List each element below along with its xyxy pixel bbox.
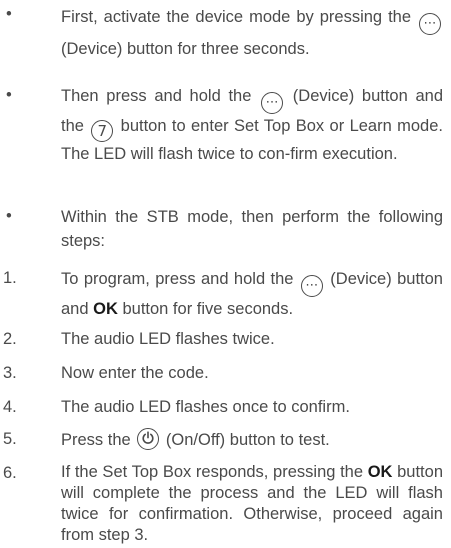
instruction-text: The audio LED flashes twice. bbox=[61, 330, 275, 348]
instruction-text: Press the (On/Off) button to test. bbox=[61, 428, 443, 452]
step-number: 2. bbox=[3, 330, 17, 348]
power-icon bbox=[137, 428, 160, 450]
instruction-text: If the Set Top Box responds, pressing th… bbox=[61, 462, 443, 546]
text-segment: If the Set Top Box responds, pressing th… bbox=[61, 463, 364, 481]
step-number: 1. bbox=[3, 269, 17, 287]
step-number: 5. bbox=[3, 430, 17, 448]
text-segment: (Device) button for three seconds. bbox=[61, 40, 310, 58]
device-icon: ⋯ bbox=[261, 92, 284, 114]
instruction-text: First, activate the device mode by press… bbox=[61, 3, 443, 63]
instruction-text: Then press and hold the ⋯ (Device) butto… bbox=[61, 84, 443, 167]
instruction-text: The audio LED flashes once to confirm. bbox=[61, 398, 350, 416]
bullet-marker: • bbox=[6, 5, 12, 23]
text-segment: (On/Off) button to test. bbox=[165, 431, 330, 449]
step-number: 6. bbox=[3, 464, 17, 482]
ok-label: OK bbox=[93, 300, 118, 318]
text-segment: Press the bbox=[61, 431, 131, 449]
instructions-page: • First, activate the device mode by pre… bbox=[0, 0, 451, 548]
step-number: 4. bbox=[3, 398, 17, 416]
text-segment: button for five seconds. bbox=[122, 300, 294, 318]
step-number: 3. bbox=[3, 364, 17, 382]
bullet-marker: • bbox=[6, 86, 12, 104]
instruction-text: To program, press and hold the ⋯ (Device… bbox=[61, 267, 443, 322]
device-icon: ⋯ bbox=[419, 13, 441, 35]
bullet-marker: • bbox=[6, 207, 12, 225]
instruction-text: Within the STB mode, then perform the fo… bbox=[61, 208, 443, 250]
text-segment: Then press and hold the bbox=[61, 87, 252, 105]
text-segment: First, activate the device mode by press… bbox=[61, 8, 412, 26]
seven-key-icon: 7 bbox=[91, 120, 114, 142]
ok-label: OK bbox=[367, 463, 393, 481]
text-segment: To program, press and hold the bbox=[61, 270, 294, 288]
text-segment: button to enter Set Top Box or Learn mod… bbox=[61, 117, 443, 163]
device-icon: ⋯ bbox=[300, 275, 323, 297]
instruction-text: Now enter the code. bbox=[61, 364, 209, 382]
